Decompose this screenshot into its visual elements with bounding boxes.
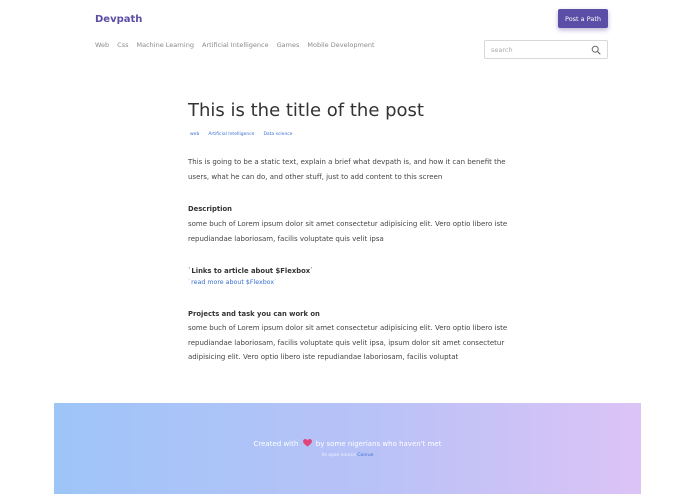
post-a-path-button[interactable]: Post a Path (558, 9, 608, 28)
nav-item-css[interactable]: Css (117, 41, 128, 49)
article-link-text[interactable]: read more about $Flexbox (191, 279, 274, 286)
search-input[interactable] (491, 45, 587, 55)
nav-item-games[interactable]: Games (277, 41, 300, 49)
search-box (484, 40, 608, 59)
links-heading: `Links to article about $Flexbox` (188, 267, 314, 275)
post-tags: web Artificial Intelligence Data science (188, 131, 295, 138)
link-tick-right: ` (274, 279, 278, 286)
footer-by-text: by some nigerians who haven't met (315, 440, 442, 448)
article-link[interactable]: `read more about $Flexbox` (188, 279, 277, 286)
tag-web[interactable]: web (188, 131, 201, 138)
tag-artificial-intelligence[interactable]: Artificial Intelligence (206, 131, 256, 138)
nav-item-artificial-intelligence[interactable]: Artificial Intelligence (202, 41, 269, 49)
post-intro: This is going to be a static text, expla… (188, 158, 506, 181)
footer-open-source: its open source Conrue (54, 453, 641, 458)
links-heading-tick-right: ` (310, 267, 314, 275)
nav-item-mobile-development[interactable]: Mobile Development (307, 41, 374, 49)
footer-open-source-text: its open source (321, 453, 356, 458)
footer-credit: Created with by some nigerians who haven… (54, 439, 641, 448)
brand-logo[interactable]: Devpath (95, 14, 142, 25)
projects-heading: Projects and task you can work on (188, 310, 320, 318)
heart-icon (302, 439, 312, 447)
tag-data-science[interactable]: Data science (261, 131, 294, 138)
links-heading-text: Links to article about $Flexbox (191, 267, 311, 275)
description-text: some buch of Lorem ipsum dolor sit amet … (188, 220, 508, 243)
description-heading: Description (188, 205, 232, 213)
nav-item-web[interactable]: Web (95, 41, 109, 49)
search-icon[interactable] (591, 45, 601, 55)
contribute-link[interactable]: Conrue (357, 453, 373, 458)
nav-item-machine-learning[interactable]: Machine Learning (136, 41, 194, 49)
footer-created-with: Created with (253, 440, 299, 448)
projects-text: some buch of Lorem ipsum dolor sit amet … (188, 324, 508, 361)
category-nav: Web Css Machine Learning Artificial Inte… (95, 41, 375, 49)
footer: Created with by some nigerians who haven… (54, 403, 641, 494)
post-title: This is the title of the post (188, 100, 424, 121)
